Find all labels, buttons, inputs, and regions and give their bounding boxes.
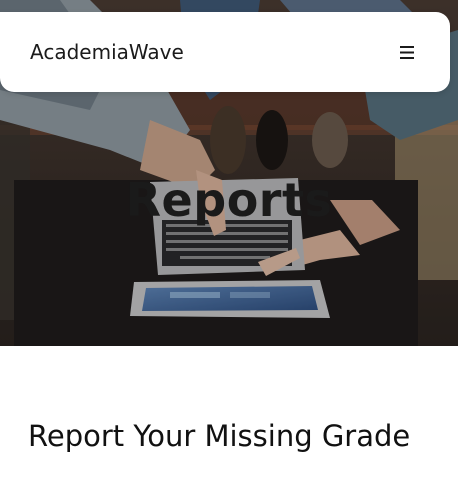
hamburger-menu-icon [400,45,414,59]
brand-logo-link[interactable]: AcademiaWave [30,38,184,66]
page: Reports AcademiaWave Report Your Missing… [0,0,458,487]
top-navbar: AcademiaWave [0,12,450,92]
menu-toggle-button[interactable] [392,38,422,66]
hero-title: Reports [125,173,333,227]
section-heading: Report Your Missing Grade [28,419,411,453]
